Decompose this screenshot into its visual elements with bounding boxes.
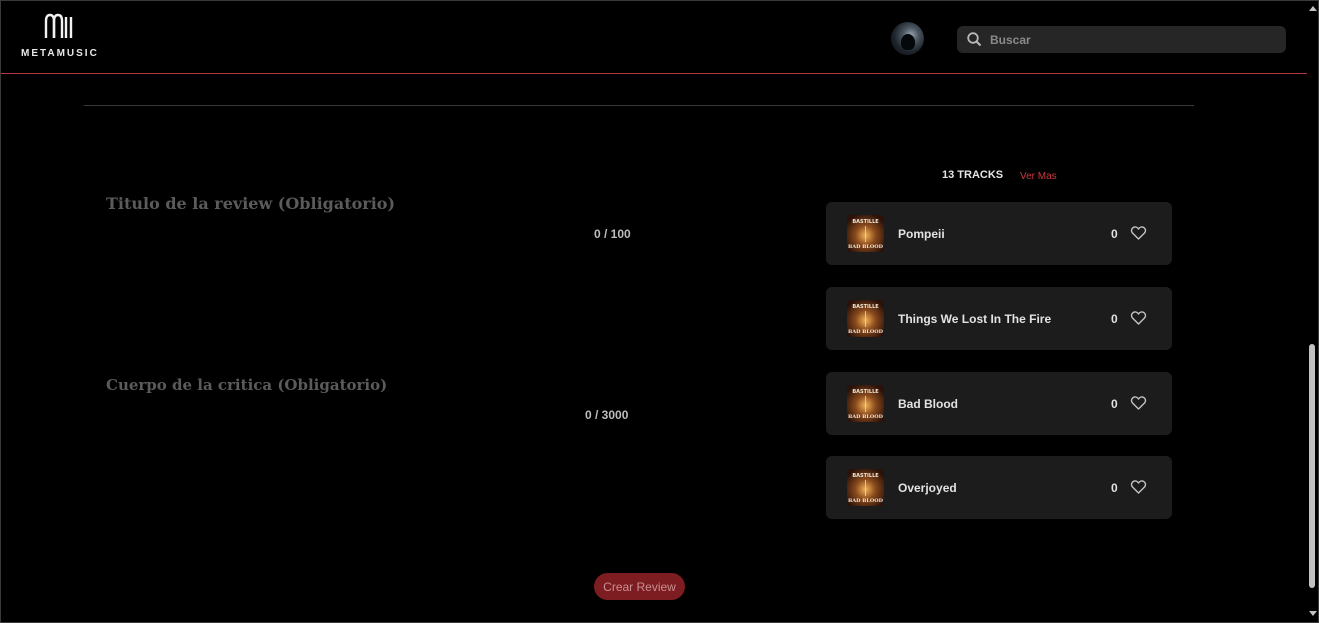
album-cover: BASTILLE BAD BLOOD [847, 215, 884, 252]
heart-icon[interactable] [1130, 225, 1147, 241]
track-name: Overjoyed [898, 481, 957, 495]
search-bar[interactable] [957, 26, 1286, 53]
track-like-count: 0 [1111, 312, 1118, 326]
vertical-scrollbar[interactable] [1307, 1, 1318, 622]
see-more-link[interactable]: Ver Mas [1020, 171, 1057, 182]
cover-artist-text: BASTILLE [852, 473, 879, 479]
heart-icon[interactable] [1130, 395, 1147, 411]
cover-album-text: BAD BLOOD [848, 414, 884, 420]
user-avatar[interactable] [891, 22, 924, 55]
tracks-heading: 13 TRACKS [942, 169, 1004, 181]
track-like-count: 0 [1111, 397, 1118, 411]
track-item[interactable]: BASTILLE BAD BLOOD Pompeii 0 [826, 202, 1172, 265]
cover-album-text: BAD BLOOD [848, 498, 884, 504]
cover-artist-text: BASTILLE [852, 304, 879, 310]
logo-text: METAMUSIC [21, 48, 99, 59]
title-char-counter: 0 / 100 [594, 227, 631, 241]
track-name: Things We Lost In The Fire [898, 312, 1052, 326]
track-item[interactable]: BASTILLE BAD BLOOD Overjoyed 0 [826, 456, 1172, 519]
album-cover: BASTILLE BAD BLOOD [847, 385, 884, 422]
logo[interactable]: METAMUSIC [21, 13, 101, 63]
app-window: METAMUSIC Titulo de la review (Obligator… [0, 0, 1319, 623]
scroll-thumb[interactable] [1309, 344, 1315, 588]
search-input[interactable] [990, 26, 1275, 53]
top-navbar: METAMUSIC [1, 1, 1307, 74]
track-item[interactable]: BASTILLE BAD BLOOD Bad Blood 0 [826, 372, 1172, 435]
cover-artist-text: BASTILLE [852, 389, 879, 395]
cover-album-text: BAD BLOOD [848, 244, 884, 250]
review-title-input[interactable]: Titulo de la review (Obligatorio) [106, 194, 395, 213]
track-name: Pompeii [898, 227, 945, 241]
scroll-up-arrow-icon[interactable] [1309, 6, 1317, 11]
create-review-button[interactable]: Crear Review [594, 573, 685, 600]
section-divider [84, 105, 1194, 106]
track-name: Bad Blood [898, 397, 958, 411]
heart-icon[interactable] [1130, 479, 1147, 495]
body-char-counter: 0 / 3000 [585, 408, 629, 422]
scroll-down-arrow-icon[interactable] [1309, 611, 1317, 616]
review-body-input[interactable]: Cuerpo de la critica (Obligatorio) [106, 376, 387, 394]
album-cover: BASTILLE BAD BLOOD [847, 300, 884, 337]
heart-icon[interactable] [1130, 310, 1147, 326]
track-like-count: 0 [1111, 481, 1118, 495]
search-icon [967, 32, 982, 47]
cover-album-text: BAD BLOOD [848, 329, 884, 335]
track-like-count: 0 [1111, 227, 1118, 241]
album-cover: BASTILLE BAD BLOOD [847, 469, 884, 506]
track-item[interactable]: BASTILLE BAD BLOOD Things We Lost In The… [826, 287, 1172, 350]
metamusic-logo-icon [44, 13, 73, 38]
cover-artist-text: BASTILLE [852, 219, 879, 225]
